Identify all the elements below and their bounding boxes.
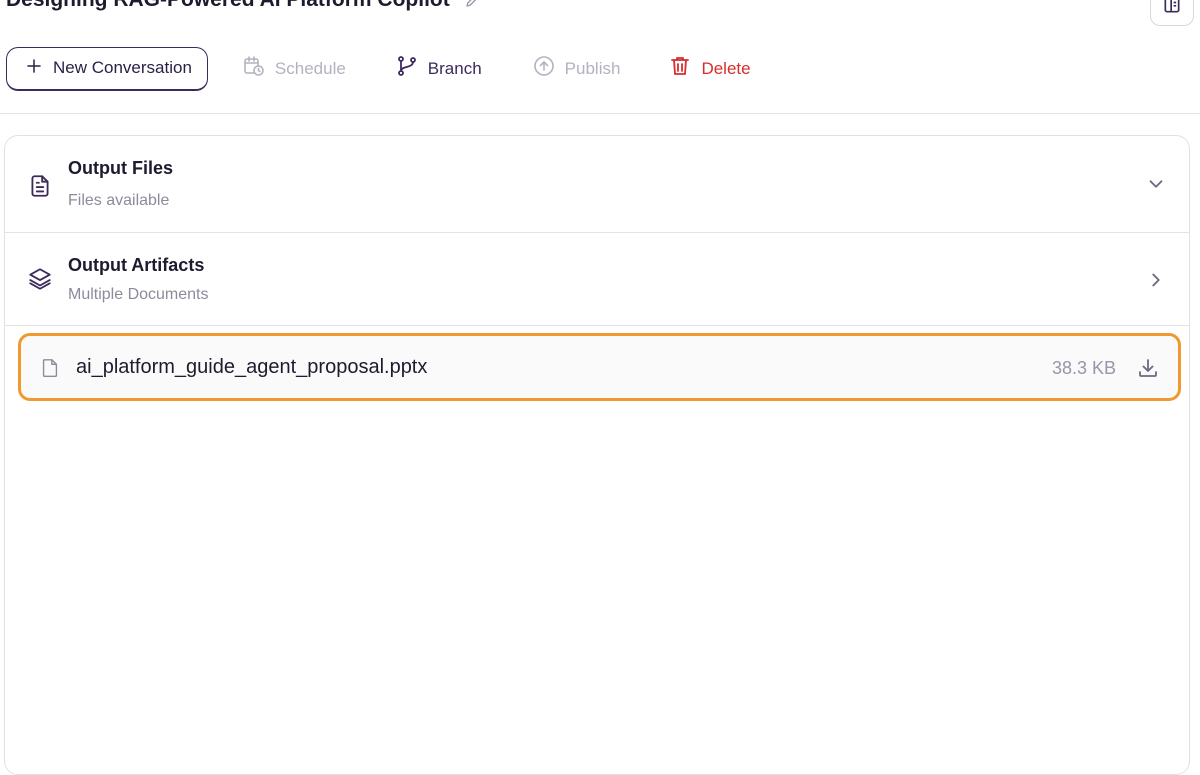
calendar-clock-icon [242,54,266,83]
branch-button[interactable]: Branch [395,54,482,83]
new-conversation-button[interactable]: New Conversation [6,46,208,91]
branch-label: Branch [427,58,482,78]
output-artifacts-subtitle: Multiple Documents [68,286,209,303]
plus-icon [25,57,43,80]
panel-icon [1162,0,1182,20]
publish-label: Publish [564,58,621,78]
conversation-toolbar: New Conversation Schedule Branch Publish… [6,45,751,92]
conversation-title-text: Designing RAG-Powered AI Platform Copilo… [6,0,450,12]
layers-icon [27,266,53,297]
file-name: ai_platform_guide_agent_proposal.pptx [76,356,428,378]
publish-button[interactable]: Publish [532,54,621,83]
layout-toggle-button[interactable] [1150,0,1194,26]
file-text-icon [27,173,53,204]
output-files-subtitle: Files available [68,192,170,209]
schedule-label: Schedule [274,58,346,78]
output-artifacts-title: Output Artifacts [68,255,205,275]
file-icon [39,356,61,385]
pencil-icon[interactable] [464,0,482,9]
file-list-item[interactable]: ai_platform_guide_agent_proposal.pptx 38… [18,333,1181,401]
git-branch-icon [395,54,419,83]
schedule-button[interactable]: Schedule [242,54,346,83]
toolbar-divider [0,113,1200,114]
upload-circle-icon [532,54,556,83]
outputs-panel: Output Files Files available Output Arti… [4,135,1190,775]
new-conversation-label: New Conversation [53,58,192,77]
output-files-title: Output Files [68,158,173,178]
download-icon[interactable] [1136,356,1160,385]
delete-button[interactable]: Delete [668,54,751,83]
delete-label: Delete [701,58,751,78]
output-artifacts-section[interactable]: Output Artifacts Multiple Documents [5,233,1189,326]
chevron-right-icon[interactable] [1145,269,1167,296]
file-size: 38.3 KB [1051,358,1116,378]
chevron-down-icon[interactable] [1145,173,1167,200]
trash-icon [668,54,692,83]
conversation-title: Designing RAG-Powered AI Platform Copilo… [6,0,482,12]
output-files-section[interactable]: Output Files Files available [5,136,1189,233]
